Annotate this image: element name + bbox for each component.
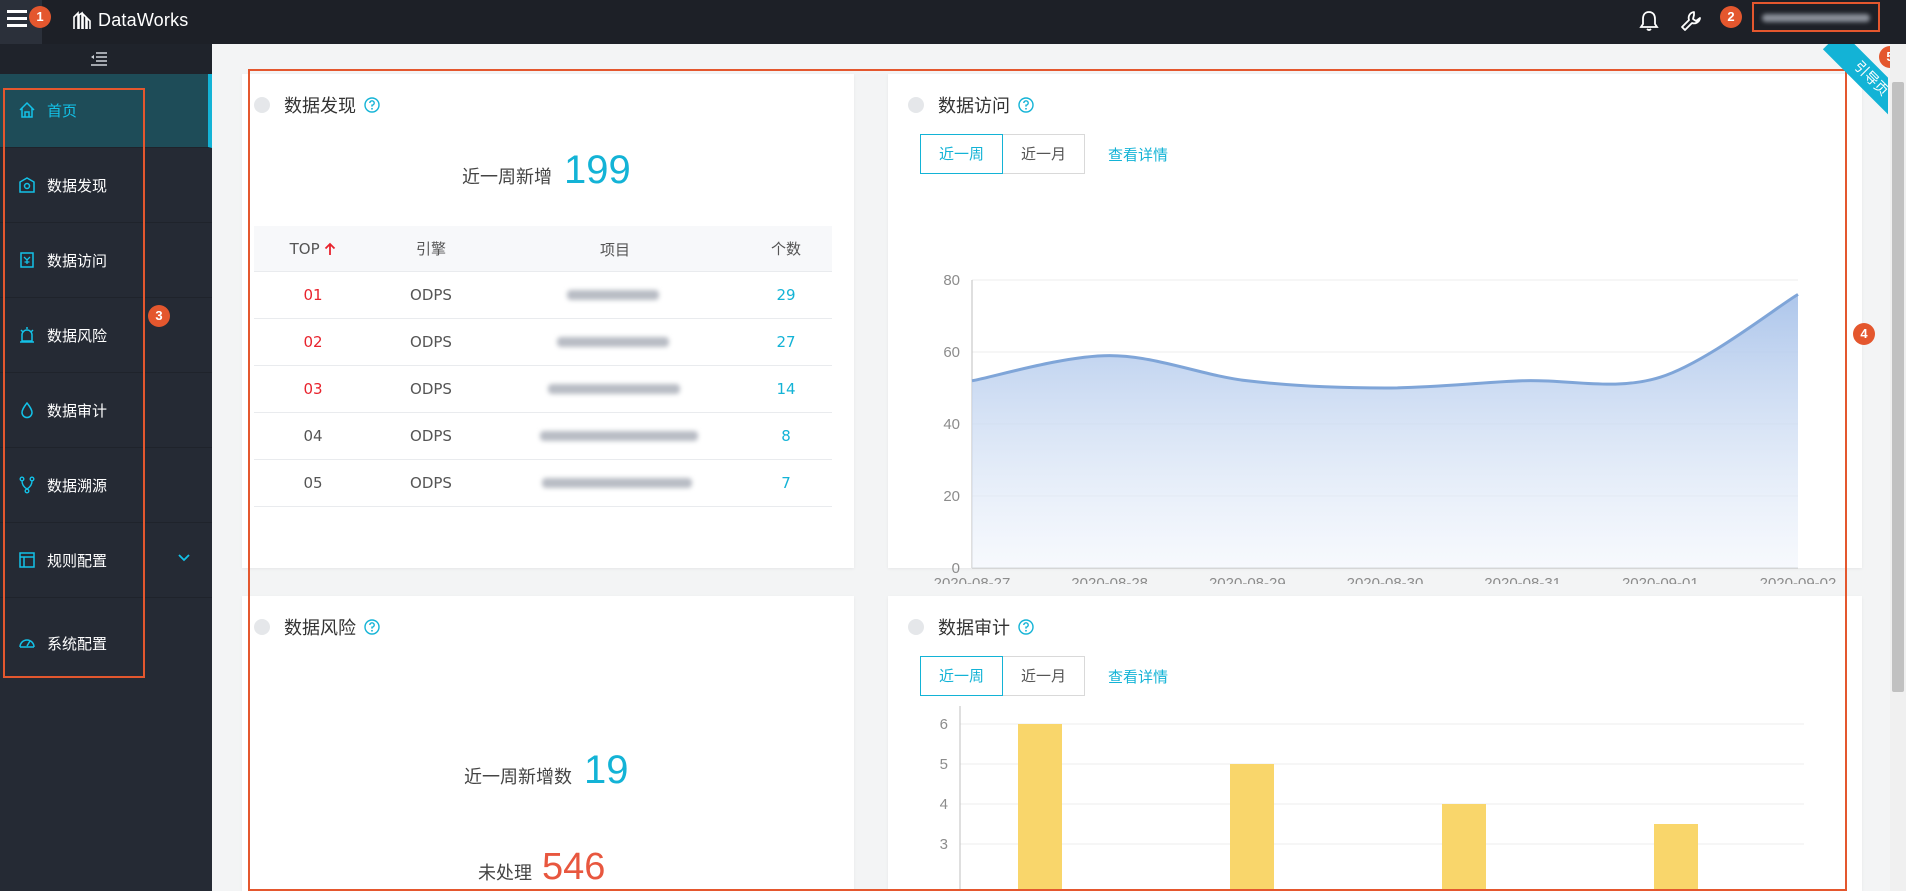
app-logo[interactable]: DataWorks: [72, 10, 189, 31]
annotation-badge: 2: [1720, 6, 1742, 28]
scrollbar-thumb[interactable]: [1892, 82, 1904, 692]
sidebar-highlight-frame: [3, 88, 145, 678]
content-highlight-frame: [248, 69, 1847, 891]
top-bar: DataWorks: [0, 0, 1906, 44]
chevron-down-icon[interactable]: [178, 554, 190, 562]
wrench-icon[interactable]: [1678, 8, 1704, 34]
app-name: DataWorks: [98, 10, 189, 30]
user-account-menu[interactable]: [1752, 2, 1880, 32]
guide-ribbon[interactable]: 引导页: [1808, 44, 1888, 124]
annotation-badge: 4: [1853, 323, 1875, 345]
dataworks-logo-icon: [73, 10, 91, 29]
annotation-badge: 1: [29, 6, 51, 28]
bell-icon[interactable]: [1636, 8, 1662, 34]
annotation-badge: 3: [148, 305, 170, 327]
collapse-menu-icon: [91, 52, 107, 66]
username-redacted: [1762, 14, 1870, 22]
sidebar-collapse-button[interactable]: [0, 44, 212, 74]
